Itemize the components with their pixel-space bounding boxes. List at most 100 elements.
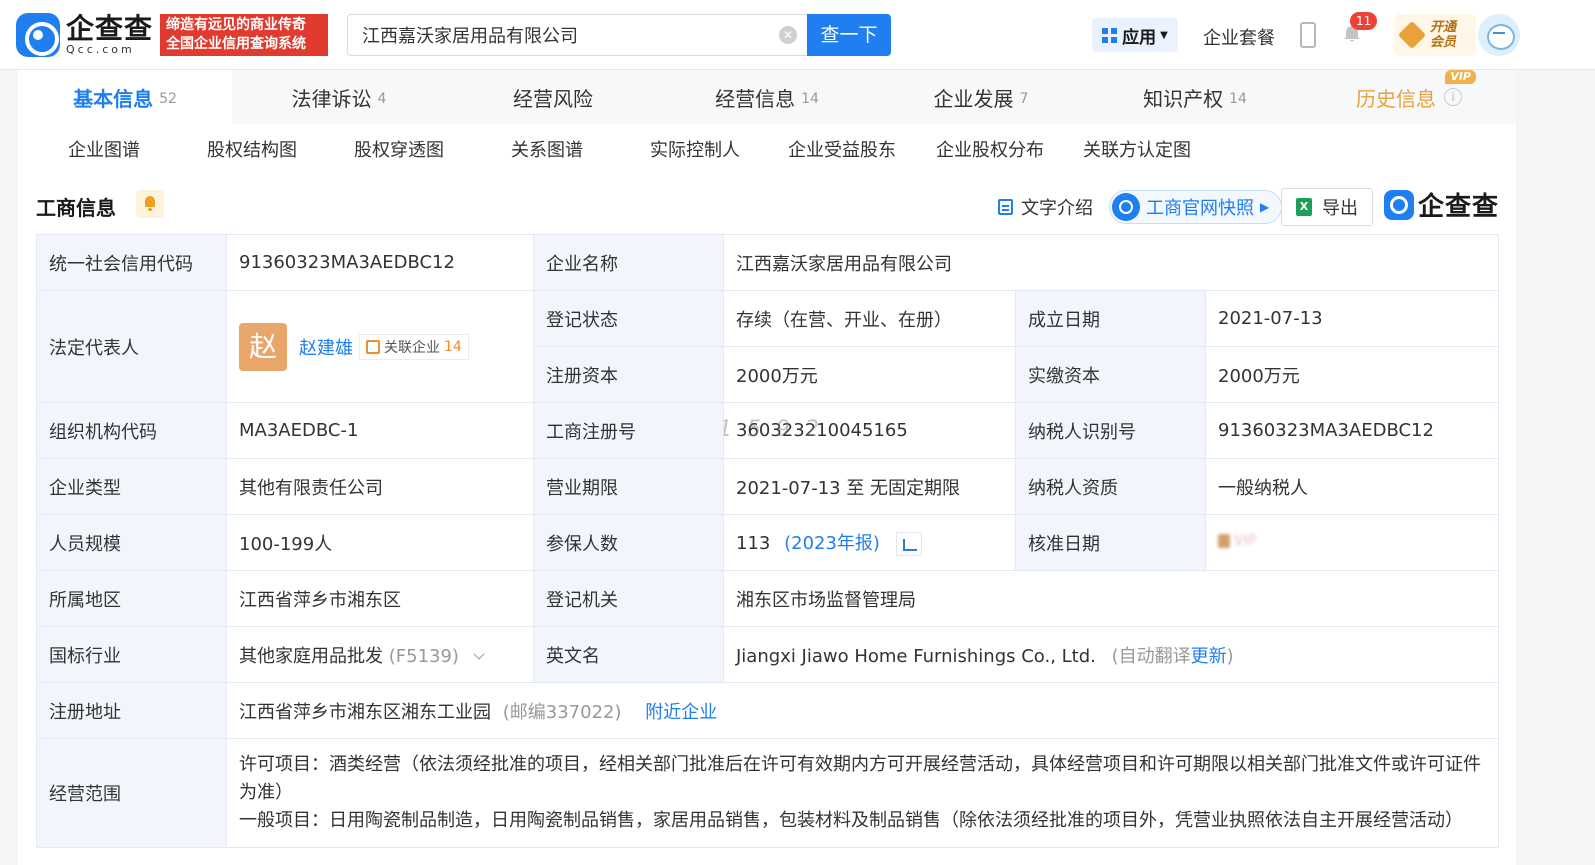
subtab-actual-controller[interactable]: 实际控制人 [650, 136, 740, 162]
tab-label: 企业发展 [933, 86, 1014, 111]
insured-cell: 113 (2023年报) [723, 514, 1016, 571]
slogan-line-1: 缔造有远见的商业传奇 [166, 17, 306, 33]
update-translation-link[interactable]: 更新 [1191, 646, 1227, 667]
subtab-enterprise-graph[interactable]: 企业图谱 [68, 136, 140, 162]
scope-line-1: 许可项目：酒类经营（依法须经批准的项目，经相关部门批准后在许可有效期内方可开展经… [239, 754, 1481, 803]
trend-chart-icon[interactable] [895, 532, 922, 556]
table-row: 企业类型 其他有限责任公司 营业期限 2021-07-13 至 无固定期限 纳税… [36, 458, 1500, 515]
industry-label: 国标行业 [36, 626, 227, 683]
enterprise-package-link[interactable]: 企业套餐 [1203, 24, 1275, 50]
org-code-label: 组织机构代码 [36, 402, 227, 459]
tab-count: 7 [1019, 91, 1029, 107]
credit-code-value: 91360323MA3AEDBC12 [226, 234, 534, 291]
related-count: 14 [444, 338, 462, 355]
reg-no-cell: 1 5 9 2 360323210045165 [723, 402, 1016, 459]
document-icon [998, 199, 1013, 215]
annual-report-link[interactable]: (2023年报) [784, 533, 880, 554]
official-snapshot-button[interactable]: 工商官网快照 ▶ [1109, 190, 1283, 224]
tab-label: 知识产权 [1143, 86, 1224, 111]
legal-rep-name-link[interactable]: 赵建雄 [299, 334, 353, 360]
text-intro-button[interactable]: 文字介绍 [998, 190, 1093, 224]
credit-code-label: 统一社会信用代码 [36, 234, 227, 291]
vip-locked-value[interactable]: VIP [1218, 533, 1256, 549]
reg-authority-label: 登记机关 [533, 570, 724, 627]
export-label: 导出 [1322, 198, 1358, 219]
site-logo[interactable]: 企查查 Qcc.com [16, 13, 153, 57]
reg-capital-label: 注册资本 [533, 346, 724, 403]
table-row: 所属地区 江西省萍乡市湘东区 登记机关 湘东区市场监督管理局 [36, 570, 1500, 627]
logo-domain: Qcc.com [66, 43, 135, 56]
company-name-label: 企业名称 [533, 234, 724, 291]
logo-text: 企查查 [66, 12, 154, 45]
founded-label: 成立日期 [1015, 290, 1206, 347]
brand-text: 企查查 [1418, 192, 1500, 222]
auto-translate-note-end: ) [1226, 645, 1234, 667]
vip-tag: VIP [1445, 70, 1476, 84]
english-name-value: Jiangxi Jiawo Home Furnishings Co., Ltd. [736, 645, 1096, 667]
clear-search-icon[interactable]: ✕ [779, 26, 797, 44]
search-button[interactable]: 查一下 [807, 14, 891, 56]
reg-status-label: 登记状态 [533, 290, 724, 347]
subtab-equity-penetration[interactable]: 股权穿透图 [354, 136, 444, 162]
subtab-relation-graph[interactable]: 关系图谱 [511, 136, 583, 162]
table-row: 人员规模 100-199人 参保人数 113 (2023年报) 核准日期 VIP [36, 514, 1500, 571]
english-name-cell: Jiangxi Jiawo Home Furnishings Co., Ltd.… [722, 626, 1500, 683]
tab-label: 基本信息 [73, 86, 154, 111]
reg-capital-value: 2000万元 [723, 346, 1016, 403]
industry-cell: 其他家庭用品批发 (F5139) [226, 626, 534, 683]
scope-label: 经营范围 [36, 738, 227, 848]
vip-line-2: 会员 [1430, 35, 1457, 50]
search-box: ✕ [347, 14, 807, 56]
table-row: 经营范围 许可项目：酒类经营（依法须经批准的项目，经相关部门批准后在许可有效期内… [36, 738, 1500, 848]
postcode: (邮编337022) [502, 701, 622, 723]
subtab-equity-distribution[interactable]: 企业股权分布 [936, 136, 1044, 162]
export-button[interactable]: X 导出 [1281, 188, 1373, 226]
open-vip-button[interactable]: 开通 会员 [1394, 14, 1476, 56]
tab-count: 52 [159, 91, 177, 107]
taxpayer-qual-value: 一般纳税人 [1204, 458, 1500, 515]
taxpayer-id-value: 91360323MA3AEDBC12 [1204, 402, 1500, 459]
tab-basic-info[interactable]: 基本信息 52 [18, 70, 232, 124]
tab-legal[interactable]: 法律诉讼 4 [232, 70, 446, 124]
table-row: 法定代表人 赵 赵建雄 关联企业 14 登记状态 存续（在营、开业、在册） 成立… [36, 290, 1500, 403]
paid-capital-value: 2000万元 [1204, 346, 1500, 403]
chevron-down-icon[interactable] [473, 647, 485, 660]
company-card: 基本信息 52 法律诉讼 4 经营风险 经营信息 14 企业发展 7 知识产权 14 VI… [18, 70, 1516, 865]
tab-ip[interactable]: 知识产权 14 [1088, 70, 1302, 124]
excel-icon: X [1296, 198, 1312, 216]
region-label: 所属地区 [36, 570, 227, 627]
mobile-app-icon[interactable] [1300, 22, 1316, 48]
related-companies-tag[interactable]: 关联企业 14 [359, 333, 469, 360]
tab-development[interactable]: 企业发展 7 [874, 70, 1088, 124]
reg-status-value: 存续（在营、开业、在册） [723, 290, 1016, 347]
info-icon[interactable]: i [1444, 88, 1462, 106]
legal-rep-avatar[interactable]: 赵 [239, 322, 287, 371]
region-value: 江西省萍乡市湘东区 [226, 570, 534, 627]
network-icon [366, 339, 380, 354]
staff-size-label: 人员规模 [36, 514, 227, 571]
approval-date-label: 核准日期 [1015, 514, 1206, 571]
slogan-line-2: 全国企业信用查询系统 [166, 36, 306, 52]
subtab-equity-structure[interactable]: 股权结构图 [207, 136, 297, 162]
grid-icon [1102, 27, 1118, 43]
nearby-companies-link[interactable]: 附近企业 [645, 702, 717, 723]
monitor-bell-icon[interactable] [136, 190, 164, 218]
table-row: 统一社会信用代码 91360323MA3AEDBC12 企业名称 江西嘉沃家居用… [36, 234, 1500, 291]
address-value: 江西省萍乡市湘东区湘东工业园 [239, 701, 491, 723]
tab-risk[interactable]: 经营风险 [446, 70, 660, 124]
section-title: 工商信息 [36, 196, 116, 220]
company-type-label: 企业类型 [36, 458, 227, 515]
apps-menu-button[interactable]: 应用 ▼ [1092, 18, 1178, 52]
tab-operation[interactable]: 经营信息 14 [660, 70, 874, 124]
main-tabs: 基本信息 52 法律诉讼 4 经营风险 经营信息 14 企业发展 7 知识产权 14 VI… [18, 70, 1516, 124]
brand-logo: 企查查 [1384, 186, 1499, 223]
subtab-related-party[interactable]: 关联方认定图 [1083, 136, 1191, 162]
search-input[interactable] [348, 15, 768, 55]
tab-history[interactable]: VIP 历史信息 i [1302, 70, 1516, 124]
snapshot-search-icon [1112, 193, 1140, 221]
text-intro-label: 文字介绍 [1021, 198, 1093, 219]
vip-locked-text: VIP [1234, 533, 1257, 549]
tab-label: 法律诉讼 [291, 86, 372, 111]
user-avatar[interactable] [1478, 14, 1520, 56]
subtab-beneficial-owner[interactable]: 企业受益股东 [788, 136, 896, 162]
